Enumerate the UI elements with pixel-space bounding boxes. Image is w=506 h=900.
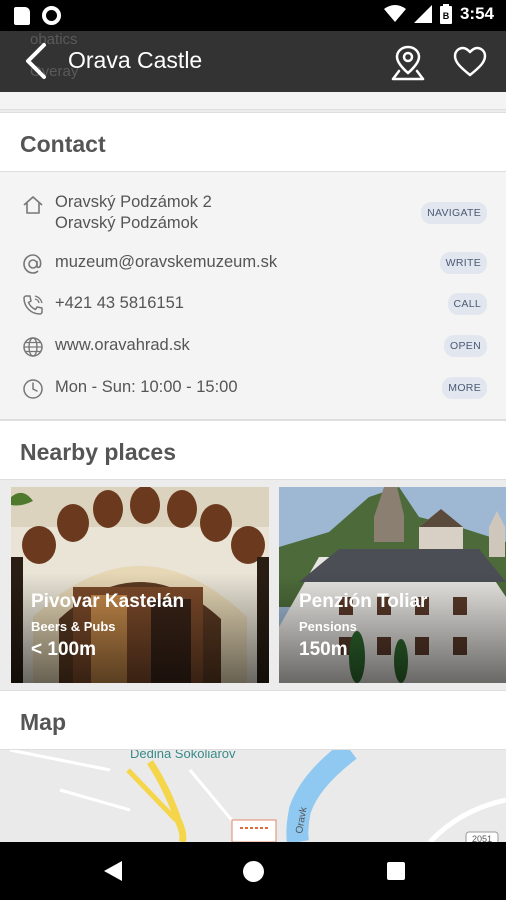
nav-recents-icon[interactable] bbox=[387, 862, 405, 880]
status-bar: B 3:54 bbox=[0, 0, 506, 31]
hours-text: Mon - Sun: 10:00 - 15:00 bbox=[55, 378, 238, 396]
home-icon bbox=[23, 196, 43, 214]
battery-icon: B bbox=[439, 4, 452, 24]
write-button[interactable]: WRITE bbox=[439, 252, 487, 274]
nav-home-icon[interactable] bbox=[243, 861, 264, 882]
map-canvas: Oravk 2051 bbox=[0, 750, 506, 842]
contact-row-phone: +421 43 5816151 CALL bbox=[0, 293, 506, 317]
contact-row-email: muzeum@oravskemuzeum.sk WRITE bbox=[0, 252, 506, 276]
place-distance: 150m bbox=[299, 639, 348, 660]
phone-icon bbox=[23, 295, 43, 315]
place-category: Beers & Pubs bbox=[31, 619, 116, 634]
nearby-carousel[interactable]: Pivovar Kastelán Beers & Pubs < 100m Pen… bbox=[0, 480, 506, 688]
map-view[interactable]: Oravk 2051 Dedina Sokoliarov bbox=[0, 750, 506, 842]
more-button[interactable]: MORE bbox=[442, 377, 487, 399]
heart-icon[interactable] bbox=[452, 44, 488, 80]
place-name: Penzión Toliar bbox=[299, 591, 428, 612]
globe-icon bbox=[23, 337, 43, 357]
map-section-header: Map bbox=[0, 690, 506, 750]
back-arrow-icon[interactable] bbox=[18, 41, 54, 81]
nearby-card-penzion-toliar[interactable]: Penzión Toliar Pensions 150m bbox=[279, 487, 506, 683]
screen: B 3:54 obatics Overay Orava Castle Conta… bbox=[0, 0, 506, 900]
system-nav-bar bbox=[0, 842, 506, 900]
nearby-card-pivovar-kastelan[interactable]: Pivovar Kastelán Beers & Pubs < 100m bbox=[11, 487, 269, 683]
nearby-section-header: Nearby places bbox=[0, 420, 506, 480]
wifi-icon bbox=[383, 5, 406, 22]
map-title: Map bbox=[20, 709, 66, 735]
call-button[interactable]: CALL bbox=[447, 293, 487, 315]
svg-text:B: B bbox=[443, 11, 450, 21]
page-title: Orava Castle bbox=[68, 47, 203, 73]
navigate-button[interactable]: NAVIGATE bbox=[421, 202, 487, 224]
map-road-badge: 2051 bbox=[472, 834, 492, 842]
app-bar: obatics Overay Orava Castle bbox=[0, 31, 506, 92]
place-category: Pensions bbox=[299, 619, 357, 634]
contact-title: Contact bbox=[20, 131, 106, 157]
contact-list: Oravský Podzámok 2 Oravský Podzámok NAVI… bbox=[0, 172, 506, 420]
place-name: Pivovar Kastelán bbox=[31, 591, 185, 612]
at-sign-icon bbox=[23, 254, 42, 274]
address-text: Oravský Podzámok 2 Oravský Podzámok bbox=[55, 193, 212, 232]
nearby-title: Nearby places bbox=[20, 439, 176, 465]
place-distance: < 100m bbox=[31, 639, 96, 660]
contact-row-hours: Mon - Sun: 10:00 - 15:00 MORE bbox=[0, 377, 506, 401]
email-text: muzeum@oravskemuzeum.sk bbox=[55, 253, 278, 271]
open-button[interactable]: OPEN bbox=[444, 335, 487, 357]
sync-icon bbox=[42, 6, 61, 25]
contact-row-address: Oravský Podzámok 2 Oravský Podzámok NAVI… bbox=[0, 190, 506, 238]
nav-back-icon[interactable] bbox=[102, 859, 124, 883]
website-text: www.oravahrad.sk bbox=[55, 336, 190, 354]
phone-text: +421 43 5816151 bbox=[55, 294, 184, 312]
contact-section-header: Contact bbox=[0, 112, 506, 172]
status-time: 3:54 bbox=[459, 4, 494, 23]
map-pin-icon[interactable] bbox=[389, 43, 427, 81]
clock-icon bbox=[23, 379, 43, 399]
sd-card-icon bbox=[14, 6, 30, 25]
map-place-label: Dedina Sokoliarov bbox=[130, 750, 236, 761]
contact-row-website: www.oravahrad.sk OPEN bbox=[0, 335, 506, 359]
cell-signal-icon bbox=[413, 5, 432, 23]
previous-card-bottom bbox=[0, 92, 506, 110]
